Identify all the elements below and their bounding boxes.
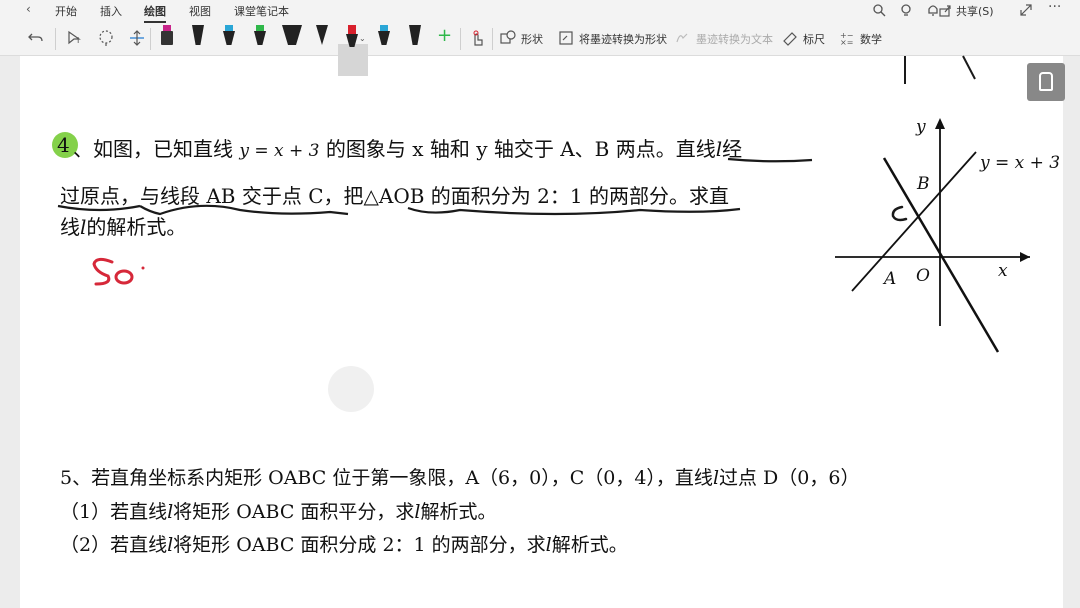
line-y-eq-x-plus-3 — [851, 151, 977, 292]
q5-text: （2）若直线 — [60, 534, 168, 556]
label-equation: y = x + 3 — [979, 153, 1060, 173]
coordinate-graph: y x y = x + 3 B A O — [835, 117, 1060, 353]
label-b: B — [916, 174, 930, 194]
question5-line1: 5、若直角坐标系内矩形 OABC 位于第一象限，A（6，0），C（0，4），直线… — [60, 463, 859, 490]
q5-text: 将矩形 OABC 面积分成 2：1 的两部分，求 — [173, 534, 546, 556]
q5-text: 解析式。 — [420, 501, 497, 523]
q5-text: 解析式。 — [551, 534, 628, 556]
question5-line2: （1）若直线l将矩形 OABC 面积平分，求l解析式。 — [60, 497, 497, 524]
label-x: x — [998, 261, 1008, 281]
line-l-ink — [882, 157, 1000, 353]
cursor-shadow — [328, 366, 374, 412]
q5-text: 5、若直角坐标系内矩形 OABC 位于第一象限，A（6，0），C（0，4），直线 — [60, 467, 713, 489]
q5-text: 将矩形 OABC 面积平分，求 — [173, 501, 415, 523]
underline-ink — [139, 204, 349, 216]
question5-line3: （2）若直线l将矩形 OABC 面积分成 2：1 的两部分，求l解析式。 — [60, 530, 628, 557]
underline-ink — [57, 204, 141, 212]
handwriting-o — [114, 269, 134, 285]
underline-ink — [727, 157, 813, 163]
y-axis-arrow — [935, 118, 945, 129]
q5-text: 过点 D（0，6） — [719, 467, 860, 489]
underline-ink — [407, 206, 741, 216]
label-y: y — [915, 117, 926, 137]
handwriting-s — [92, 257, 114, 286]
x-axis-arrow — [1020, 252, 1030, 262]
label-o: O — [916, 266, 930, 286]
q5-text: （1）若直线 — [60, 501, 168, 523]
label-a: A — [882, 269, 896, 289]
ink-label-c — [891, 205, 908, 222]
handwriting-dot — [141, 266, 145, 270]
